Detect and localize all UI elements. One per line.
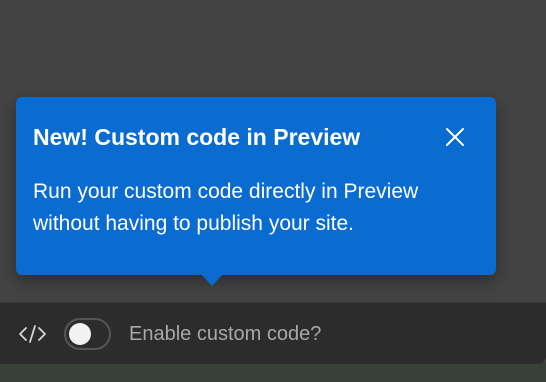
code-icon[interactable]	[18, 322, 48, 346]
enable-custom-code-label: Enable custom code?	[129, 323, 322, 345]
popover-title: New! Custom code in Preview	[33, 124, 361, 150]
custom-code-toolbar: Enable custom code?	[0, 302, 546, 364]
background-strip	[0, 362, 546, 382]
popover-body: Run your custom code directly in Preview…	[33, 180, 419, 235]
toggle-knob	[69, 323, 91, 345]
popover-arrow	[199, 272, 225, 286]
custom-code-popover: New! Custom code in Preview Run your cus…	[16, 97, 496, 286]
enable-custom-code-toggle[interactable]	[64, 318, 111, 350]
close-icon[interactable]	[441, 123, 469, 151]
